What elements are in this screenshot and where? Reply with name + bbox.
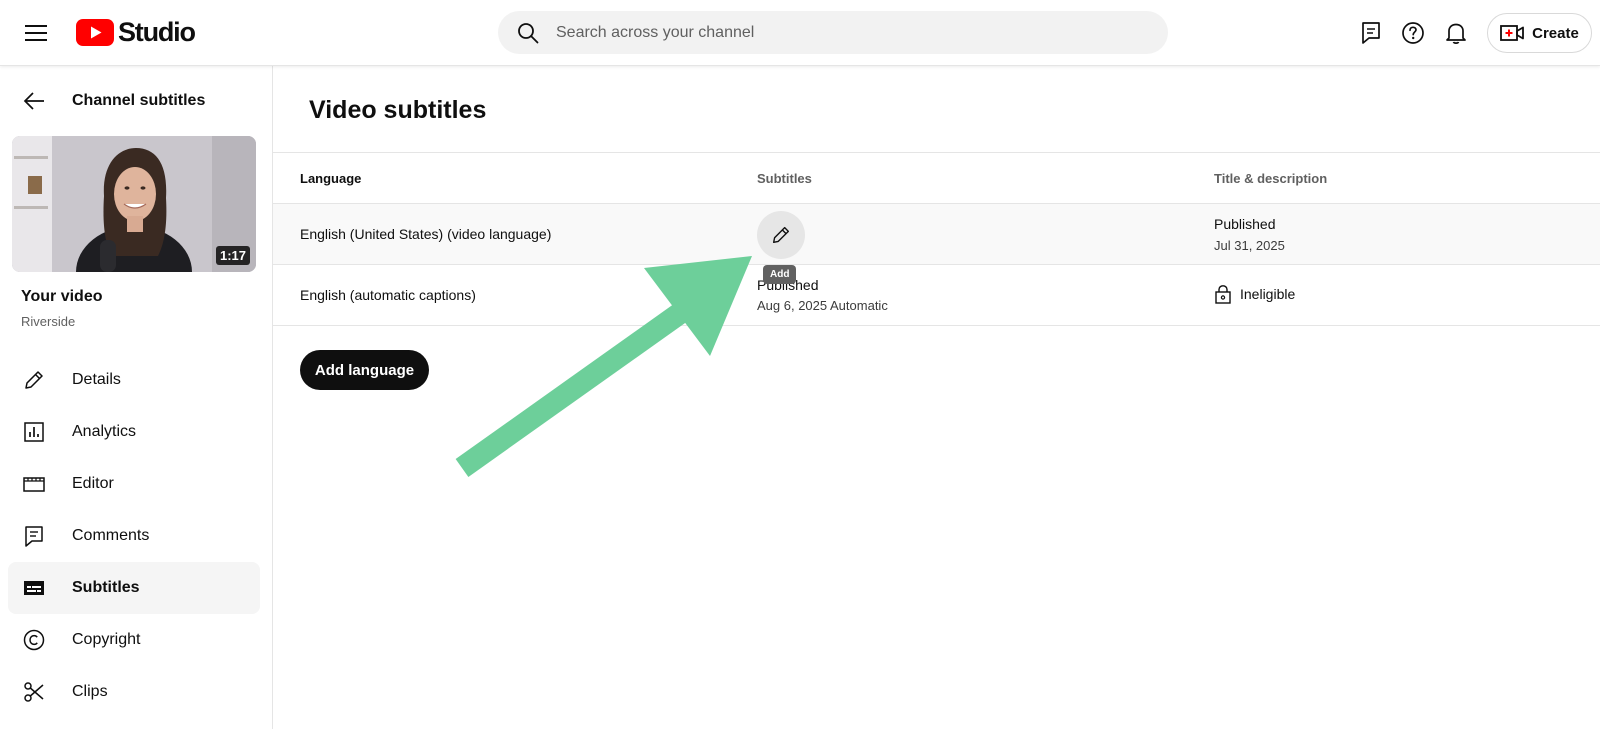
ineligible-label: Ineligible [1240, 286, 1296, 302]
subtitles-date: Aug 6, 2025 Automatic [757, 298, 888, 313]
subtitles-table: Language Subtitles Title & description E… [273, 152, 1600, 326]
search-bar[interactable] [498, 11, 1168, 54]
scissors-icon [22, 680, 46, 704]
lock-icon [1215, 285, 1231, 304]
page-title: Video subtitles [309, 96, 487, 124]
pencil-icon [772, 226, 790, 244]
comments-icon [22, 524, 46, 548]
sidebar-item-comments[interactable]: Comments [8, 510, 260, 562]
top-bar: Studio Create [0, 0, 1600, 66]
create-label: Create [1532, 24, 1579, 42]
arrow-back-icon [22, 89, 46, 113]
back-to-channel-subtitles[interactable]: Channel subtitles [0, 78, 272, 124]
title-status: Published [1214, 216, 1276, 232]
column-header-title-description: Title & description [1214, 171, 1328, 186]
language-name: English (United States) (video language) [300, 226, 552, 242]
sidebar-item-label: Editor [72, 475, 114, 492]
add-language-button[interactable]: Add language [300, 350, 429, 390]
editor-icon [22, 472, 46, 496]
sidebar-item-copyright[interactable]: Copyright [8, 614, 260, 666]
feedback-icon[interactable] [1356, 18, 1386, 48]
search-icon[interactable] [516, 21, 540, 45]
logo-text: Studio [118, 16, 196, 47]
youtube-studio-logo[interactable]: Studio [76, 16, 196, 47]
sidebar-item-details[interactable]: Details [8, 354, 260, 406]
title-date: Jul 31, 2025 [1214, 238, 1285, 253]
sidebar: Channel subtitles 1:17 Your video Rivers… [0, 66, 273, 729]
search-input[interactable] [556, 23, 1116, 42]
pencil-icon [22, 368, 46, 392]
column-header-subtitles: Subtitles [757, 171, 812, 186]
language-name: English (automatic captions) [300, 287, 476, 303]
sidebar-item-subtitles[interactable]: Subtitles [8, 562, 260, 614]
youtube-logo-icon [76, 18, 114, 46]
sidebar-item-label: Comments [72, 527, 150, 544]
analytics-icon [22, 420, 46, 444]
edit-subtitles-button[interactable] [757, 211, 805, 259]
notifications-bell-icon[interactable] [1441, 18, 1471, 48]
main-content: Video subtitles Language Subtitles Title… [273, 66, 1600, 729]
sidebar-item-editor[interactable]: Editor [8, 458, 260, 510]
sidebar-item-label: Analytics [72, 423, 137, 440]
help-icon[interactable] [1398, 18, 1428, 48]
sidebar-item-analytics[interactable]: Analytics [8, 406, 260, 458]
copyright-icon [22, 628, 46, 652]
channel-name: Riverside [21, 314, 76, 329]
table-row[interactable]: English (automatic captions) Published A… [273, 265, 1600, 326]
table-header: Language Subtitles Title & description [273, 152, 1600, 204]
sidebar-item-label: Details [72, 371, 121, 388]
sidebar-nav: Details Analytics Editor Comments Subtit… [8, 354, 260, 718]
sidebar-item-label: Clips [72, 683, 108, 700]
add-tooltip: Add [763, 265, 797, 284]
video-duration: 1:17 [215, 246, 250, 265]
sidebar-item-label: Subtitles [72, 579, 140, 596]
video-thumbnail[interactable]: 1:17 [12, 136, 256, 272]
create-button[interactable]: Create [1487, 13, 1592, 53]
title-status-ineligible: Ineligible [1214, 284, 1295, 304]
sidebar-item-clips[interactable]: Clips [8, 666, 260, 718]
subtitles-icon [22, 576, 46, 600]
menu-icon[interactable] [20, 17, 52, 49]
table-row[interactable]: English (United States) (video language)… [273, 204, 1600, 284]
create-video-icon [1500, 25, 1525, 41]
column-header-language: Language [300, 171, 362, 186]
video-title: Your video [21, 288, 103, 305]
sidebar-item-label: Copyright [72, 631, 141, 648]
back-label: Channel subtitles [72, 92, 206, 109]
